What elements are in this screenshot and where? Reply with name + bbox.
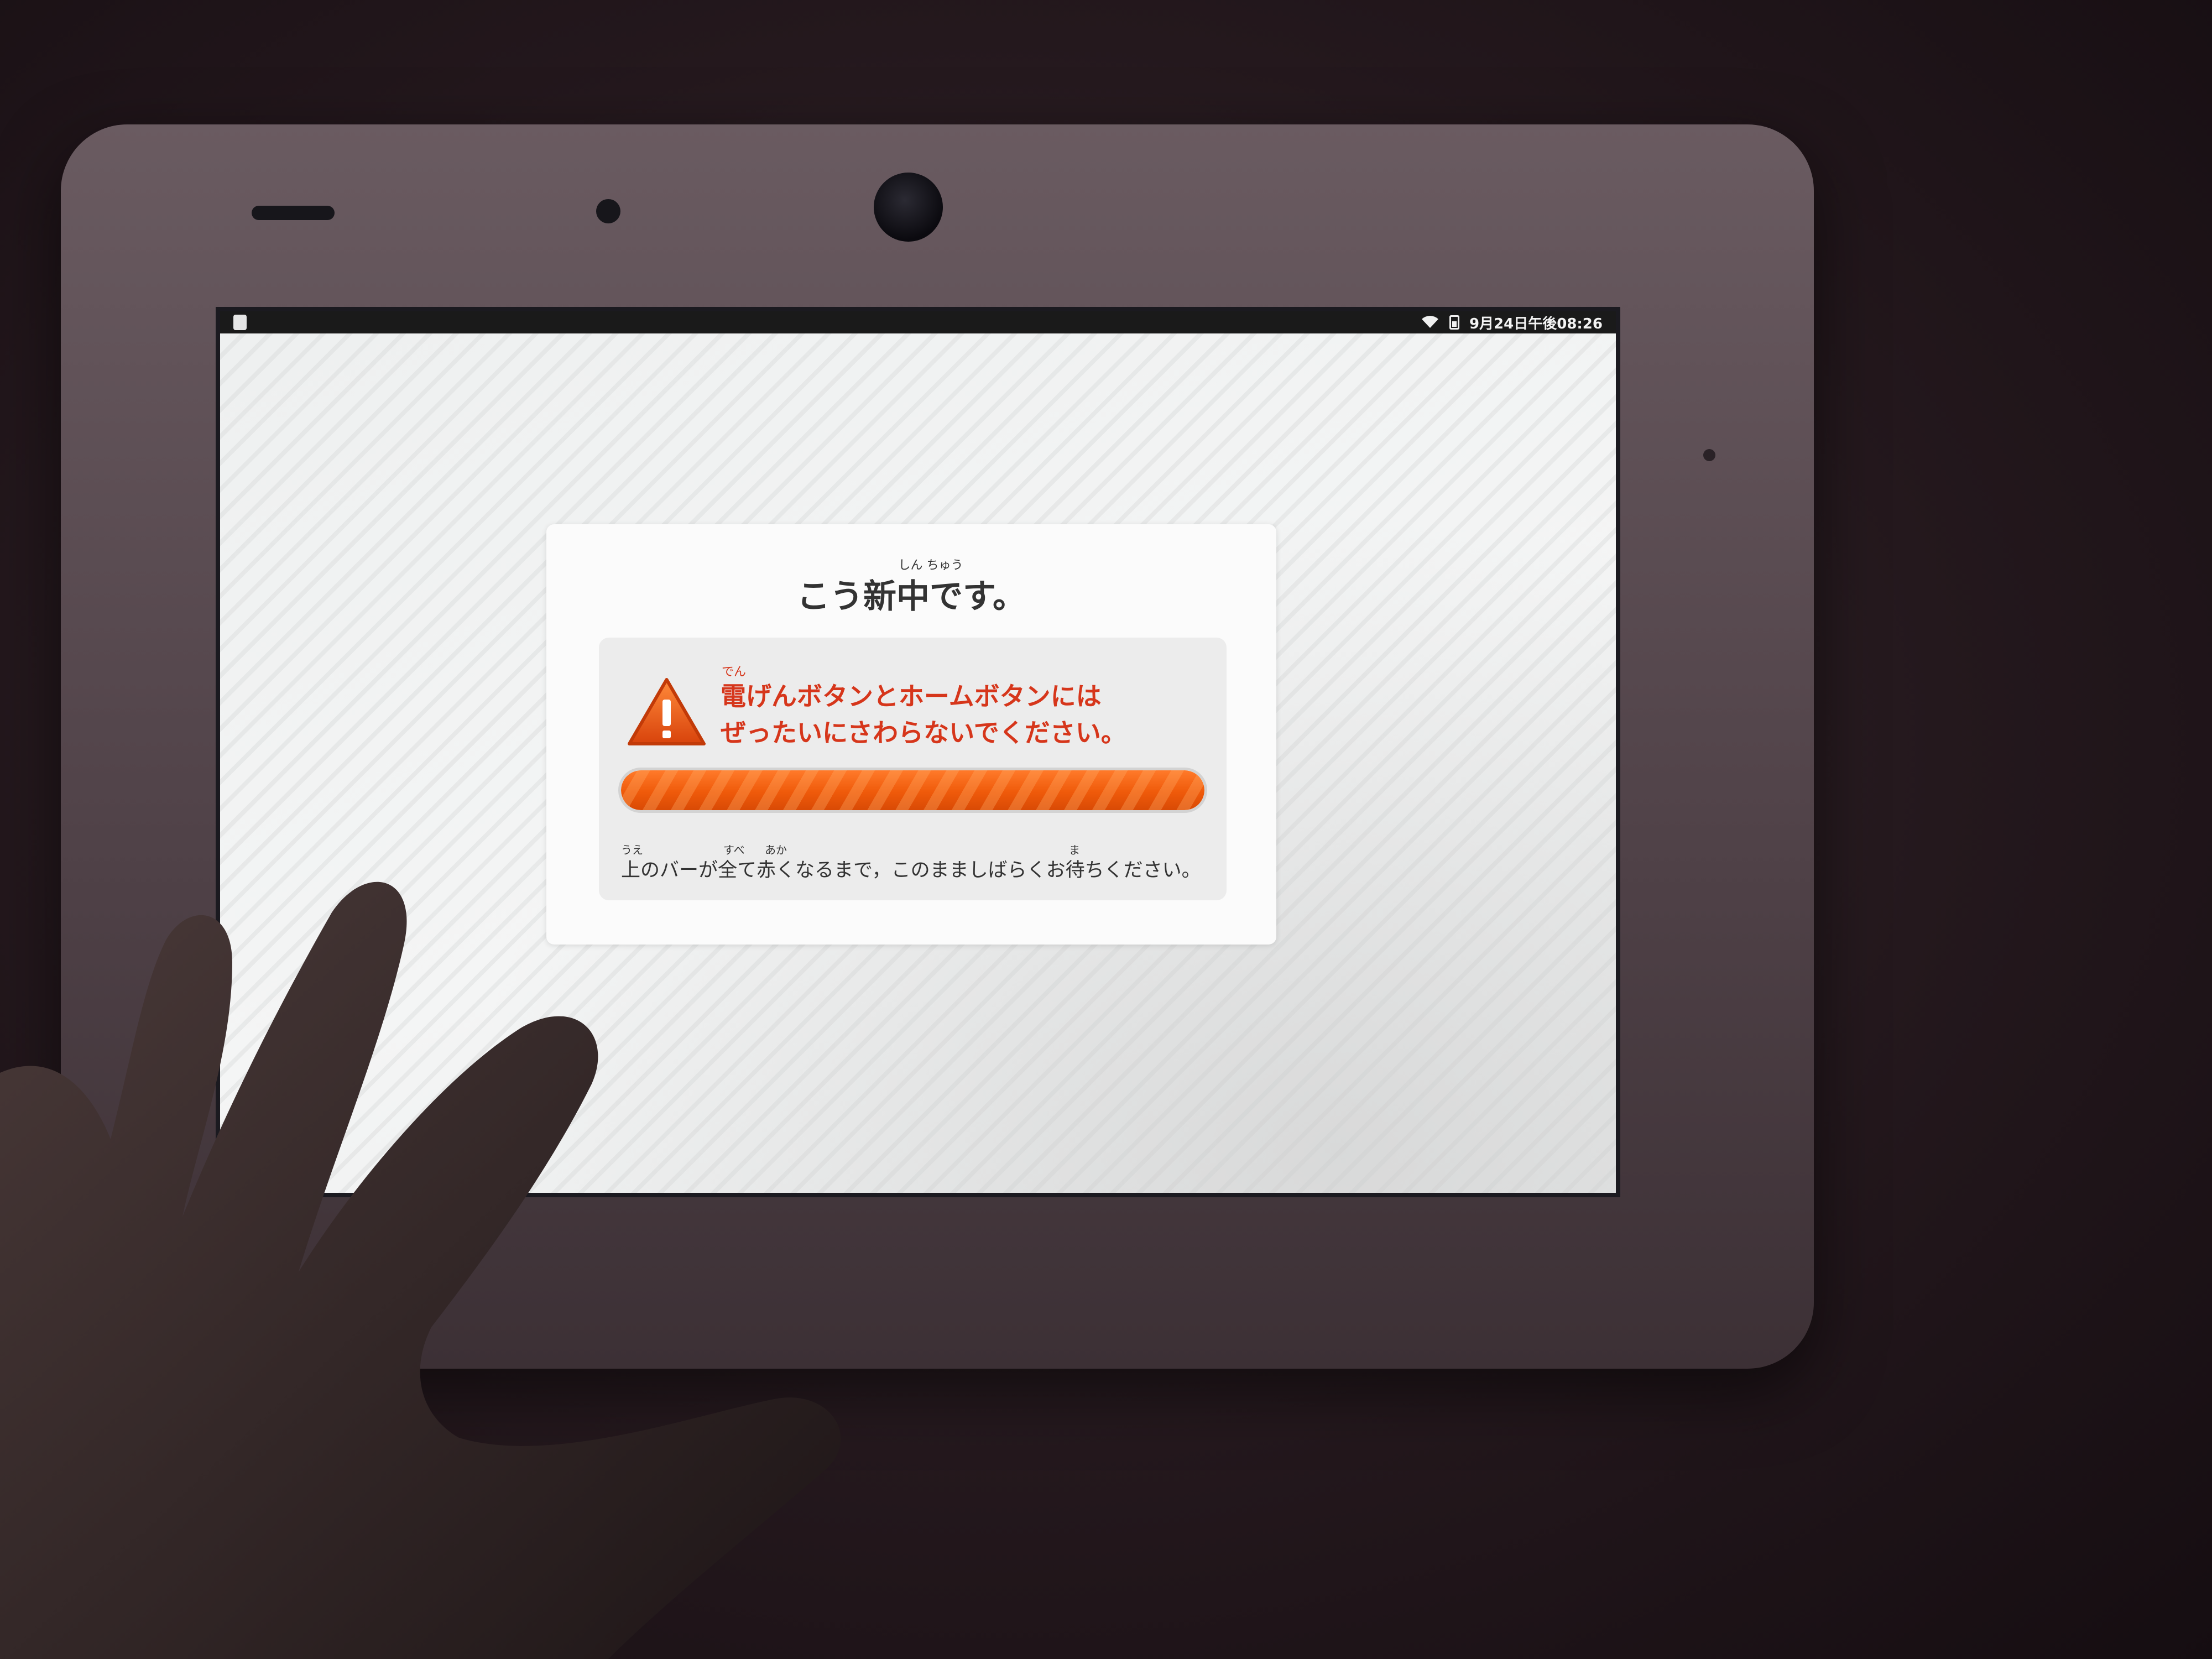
microphone xyxy=(596,199,620,223)
progress-bar xyxy=(618,768,1207,813)
warning-triangle-icon xyxy=(628,678,706,745)
warning-text-line-1: 電げんボタンとホームボタンには xyxy=(721,681,1102,711)
home-indicator-icon xyxy=(233,315,247,330)
update-screen: しん ちゅう こう新中です。 でん 電げんボタンとホームボタンには ぜったいにさ… xyxy=(220,333,1616,1193)
front-camera xyxy=(874,173,943,242)
update-dialog: しん ちゅう こう新中です。 でん 電げんボタンとホームボタンには ぜったいにさ… xyxy=(546,524,1276,945)
sensor-dot xyxy=(1703,449,1715,461)
progress-bar-fill xyxy=(621,770,1204,810)
warning-text-line-2: ぜったいにさわらないでください。 xyxy=(721,718,1126,748)
wifi-icon xyxy=(1421,316,1439,329)
dialog-title: こう新中です。 xyxy=(797,577,1026,616)
instruction-text: 上のバーが全て赤くなるまで，このまましばらくお待ちください。 xyxy=(621,859,1201,881)
status-bar: 9月24日午後08:26 xyxy=(220,311,1616,333)
battery-icon xyxy=(1449,315,1459,330)
status-clock: 9月24日午後08:26 xyxy=(1469,315,1603,332)
speaker-grille xyxy=(252,206,335,220)
warning-panel: でん 電げんボタンとホームボタンには ぜったいにさわらないでください。 うえ す… xyxy=(599,638,1227,900)
screen: 9月24日午後08:26 しん ちゅう こう新中です。 でん 電げんボタンとホー… xyxy=(216,307,1620,1197)
